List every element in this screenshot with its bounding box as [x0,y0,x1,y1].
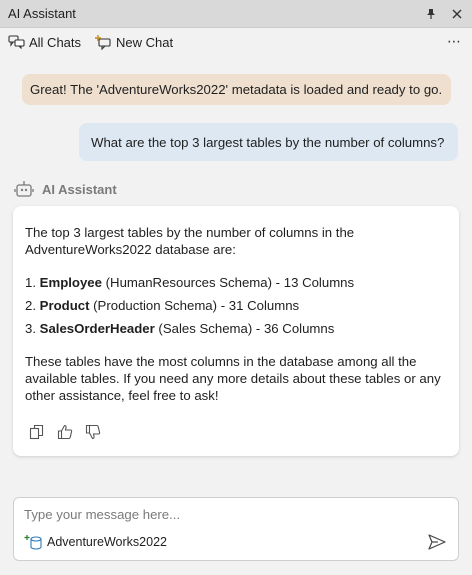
list-item: 1. Employee (HumanResources Schema) - 13… [25,274,445,291]
assistant-header: AI Assistant [14,179,117,199]
assistant-intro: The top 3 largest tables by the number o… [25,225,355,257]
more-icon[interactable]: ⋯ [447,33,462,50]
toolbar: All Chats New Chat ⋯ [0,28,472,56]
list-item-number: 3. [25,321,40,336]
chats-icon [8,34,25,50]
message-input[interactable] [24,504,404,524]
list-item-detail: (Production Schema) - 31 Columns [89,298,300,313]
list-item: 3. SalesOrderHeader (Sales Schema) - 36 … [25,320,445,337]
list-item-name: Employee [39,275,102,290]
assistant-outro: These tables have the most columns in th… [25,354,441,403]
thumbs-down-icon[interactable] [85,424,101,440]
window-title: AI Assistant [8,6,76,21]
list-item: 2. Product (Production Schema) - 31 Colu… [25,297,445,314]
list-item-detail: (Sales Schema) - 36 Columns [154,321,335,336]
context-chip[interactable]: AdventureWorks2022 [24,534,167,550]
copy-icon[interactable] [29,424,45,440]
list-item-name: Product [39,298,90,313]
list-item-number: 2. [25,298,40,313]
list-item-name: SalesOrderHeader [39,321,155,336]
all-chats-label: All Chats [29,34,82,50]
pin-icon[interactable] [420,3,442,25]
all-chats-button[interactable]: All Chats [8,34,81,50]
send-icon[interactable] [428,534,446,550]
title-bar: AI Assistant [0,0,472,28]
system-message-text: Great! The 'AdventureWorks2022' metadata… [30,82,443,97]
system-message: Great! The 'AdventureWorks2022' metadata… [22,74,451,105]
close-icon[interactable] [446,3,468,25]
user-message-text: What are the top 3 largest tables by the… [91,134,445,150]
new-chat-icon [95,34,112,50]
database-icon [24,534,44,550]
list-item-number: 1. [25,275,40,290]
new-chat-button[interactable]: New Chat [95,34,173,50]
assistant-message: The top 3 largest tables by the number o… [13,206,459,456]
new-chat-label: New Chat [116,34,174,50]
list-item-detail: (HumanResources Schema) - 13 Columns [101,275,355,290]
context-label: AdventureWorks2022 [47,535,167,549]
thumbs-up-icon[interactable] [57,424,73,440]
user-message: What are the top 3 largest tables by the… [79,123,458,161]
message-input-box: AdventureWorks2022 [13,497,459,561]
bot-icon [14,180,34,198]
message-actions [29,424,113,440]
assistant-name: AI Assistant [42,181,117,197]
